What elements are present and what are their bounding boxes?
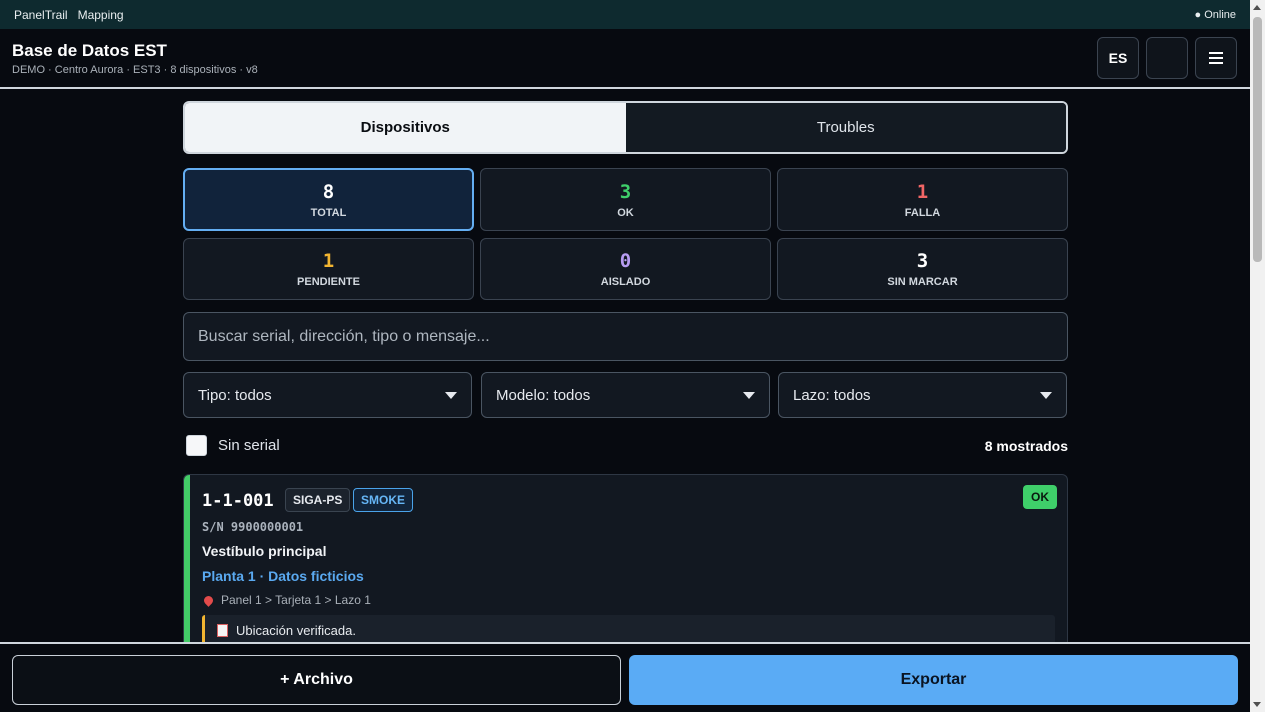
- status-color-bar: [184, 475, 190, 663]
- stat-pendiente-value: 1: [322, 250, 335, 272]
- stat-total[interactable]: 8 TOTAL: [183, 168, 474, 231]
- filter-modelo-select[interactable]: Modelo: todos: [481, 372, 770, 418]
- device-path: Panel 1 > Tarjeta 1 > Lazo 1: [202, 593, 371, 607]
- filter-modelo-value: Modelo: todos: [496, 386, 591, 404]
- stat-total-value: 8: [322, 180, 335, 203]
- page-title: Base de Datos EST: [12, 41, 167, 60]
- no-serial-checkbox[interactable]: [186, 435, 207, 456]
- scrollbar-thumb[interactable]: [1253, 17, 1262, 262]
- stat-ok-label: OK: [617, 206, 634, 219]
- scrollbar[interactable]: [1250, 0, 1265, 712]
- filter-tipo-select[interactable]: Tipo: todos: [183, 372, 472, 418]
- stat-ok-value: 3: [619, 180, 632, 203]
- stat-sin-marcar[interactable]: 3 SIN MARCAR: [777, 238, 1068, 300]
- online-status: ● Online: [1194, 8, 1237, 21]
- tab-dispositivos[interactable]: Dispositivos: [185, 103, 626, 152]
- device-path-text: Panel 1 > Tarjeta 1 > Lazo 1: [221, 593, 371, 607]
- theme-toggle-button[interactable]: [1146, 37, 1188, 79]
- device-floor-link[interactable]: Planta 1 · Datos ficticios: [202, 568, 364, 584]
- export-button[interactable]: Exportar: [629, 655, 1238, 705]
- stat-aislado-value: 0: [619, 250, 632, 272]
- device-model-tag: SIGA-PS: [285, 488, 351, 512]
- menu-button[interactable]: [1195, 37, 1237, 79]
- moon-icon: [1163, 52, 1169, 64]
- scroll-up-arrow-icon[interactable]: [1253, 5, 1261, 10]
- stat-falla-value: 1: [916, 180, 929, 203]
- status-badge: OK: [1023, 485, 1057, 509]
- stat-sin-marcar-label: SIN MARCAR: [887, 276, 958, 288]
- filter-lazo-select[interactable]: Lazo: todos: [778, 372, 1067, 418]
- hamburger-menu-icon: [1209, 52, 1223, 64]
- view-tabs: Dispositivos Troubles: [183, 101, 1068, 154]
- device-type-tag: SMOKE: [353, 488, 414, 512]
- search-box: [183, 312, 1068, 361]
- tab-troubles[interactable]: Troubles: [625, 103, 1066, 152]
- chevron-down-icon: [1040, 391, 1052, 399]
- stat-falla-label: FALLA: [904, 206, 941, 219]
- stat-sin-marcar-value: 3: [916, 250, 929, 272]
- document-icon: [217, 624, 228, 637]
- add-archive-button[interactable]: + Archivo: [12, 655, 621, 705]
- location-pin-icon: [202, 593, 215, 607]
- device-card[interactable]: 1-1-001 SIGA-PS SMOKE OK S/N 9900000001 …: [183, 474, 1068, 664]
- stat-ok[interactable]: 3 OK: [480, 168, 771, 231]
- scroll-down-arrow-icon[interactable]: [1253, 702, 1261, 707]
- stat-pendiente-label: PENDIENTE: [297, 276, 360, 288]
- search-input[interactable]: [198, 327, 1053, 346]
- footer-actions: + Archivo Exportar: [0, 642, 1250, 712]
- top-nav-bar: PanelTrail Mapping ● Online: [0, 0, 1250, 29]
- stat-aislado[interactable]: 0 AISLADO: [480, 238, 771, 300]
- language-button[interactable]: ES: [1097, 37, 1139, 79]
- no-serial-filter: Sin serial: [186, 435, 280, 456]
- stat-pendiente[interactable]: 1 PENDIENTE: [183, 238, 474, 300]
- device-address: 1-1-001: [202, 491, 274, 511]
- nav-link-mapping[interactable]: Mapping: [78, 8, 124, 22]
- shown-count: 8 mostrados: [984, 438, 1068, 454]
- chevron-down-icon: [743, 391, 755, 399]
- no-serial-label[interactable]: Sin serial: [218, 437, 280, 454]
- stat-aislado-label: AISLADO: [600, 276, 651, 288]
- device-description: Vestíbulo principal: [202, 543, 327, 559]
- chevron-down-icon: [445, 391, 457, 399]
- page-subtitle: DEMO · Centro Aurora · EST3 · 8 disposit…: [12, 64, 258, 76]
- app-header: Base de Datos EST DEMO · Centro Aurora ·…: [0, 29, 1250, 89]
- device-note-text: Ubicación verificada.: [236, 623, 356, 638]
- filter-tipo-value: Tipo: todos: [198, 386, 272, 404]
- nav-link-paneltrail[interactable]: PanelTrail: [14, 8, 68, 22]
- stat-falla[interactable]: 1 FALLA: [777, 168, 1068, 231]
- device-serial: S/N 9900000001: [202, 520, 304, 534]
- filter-lazo-value: Lazo: todos: [793, 386, 871, 404]
- stat-total-label: TOTAL: [310, 206, 347, 219]
